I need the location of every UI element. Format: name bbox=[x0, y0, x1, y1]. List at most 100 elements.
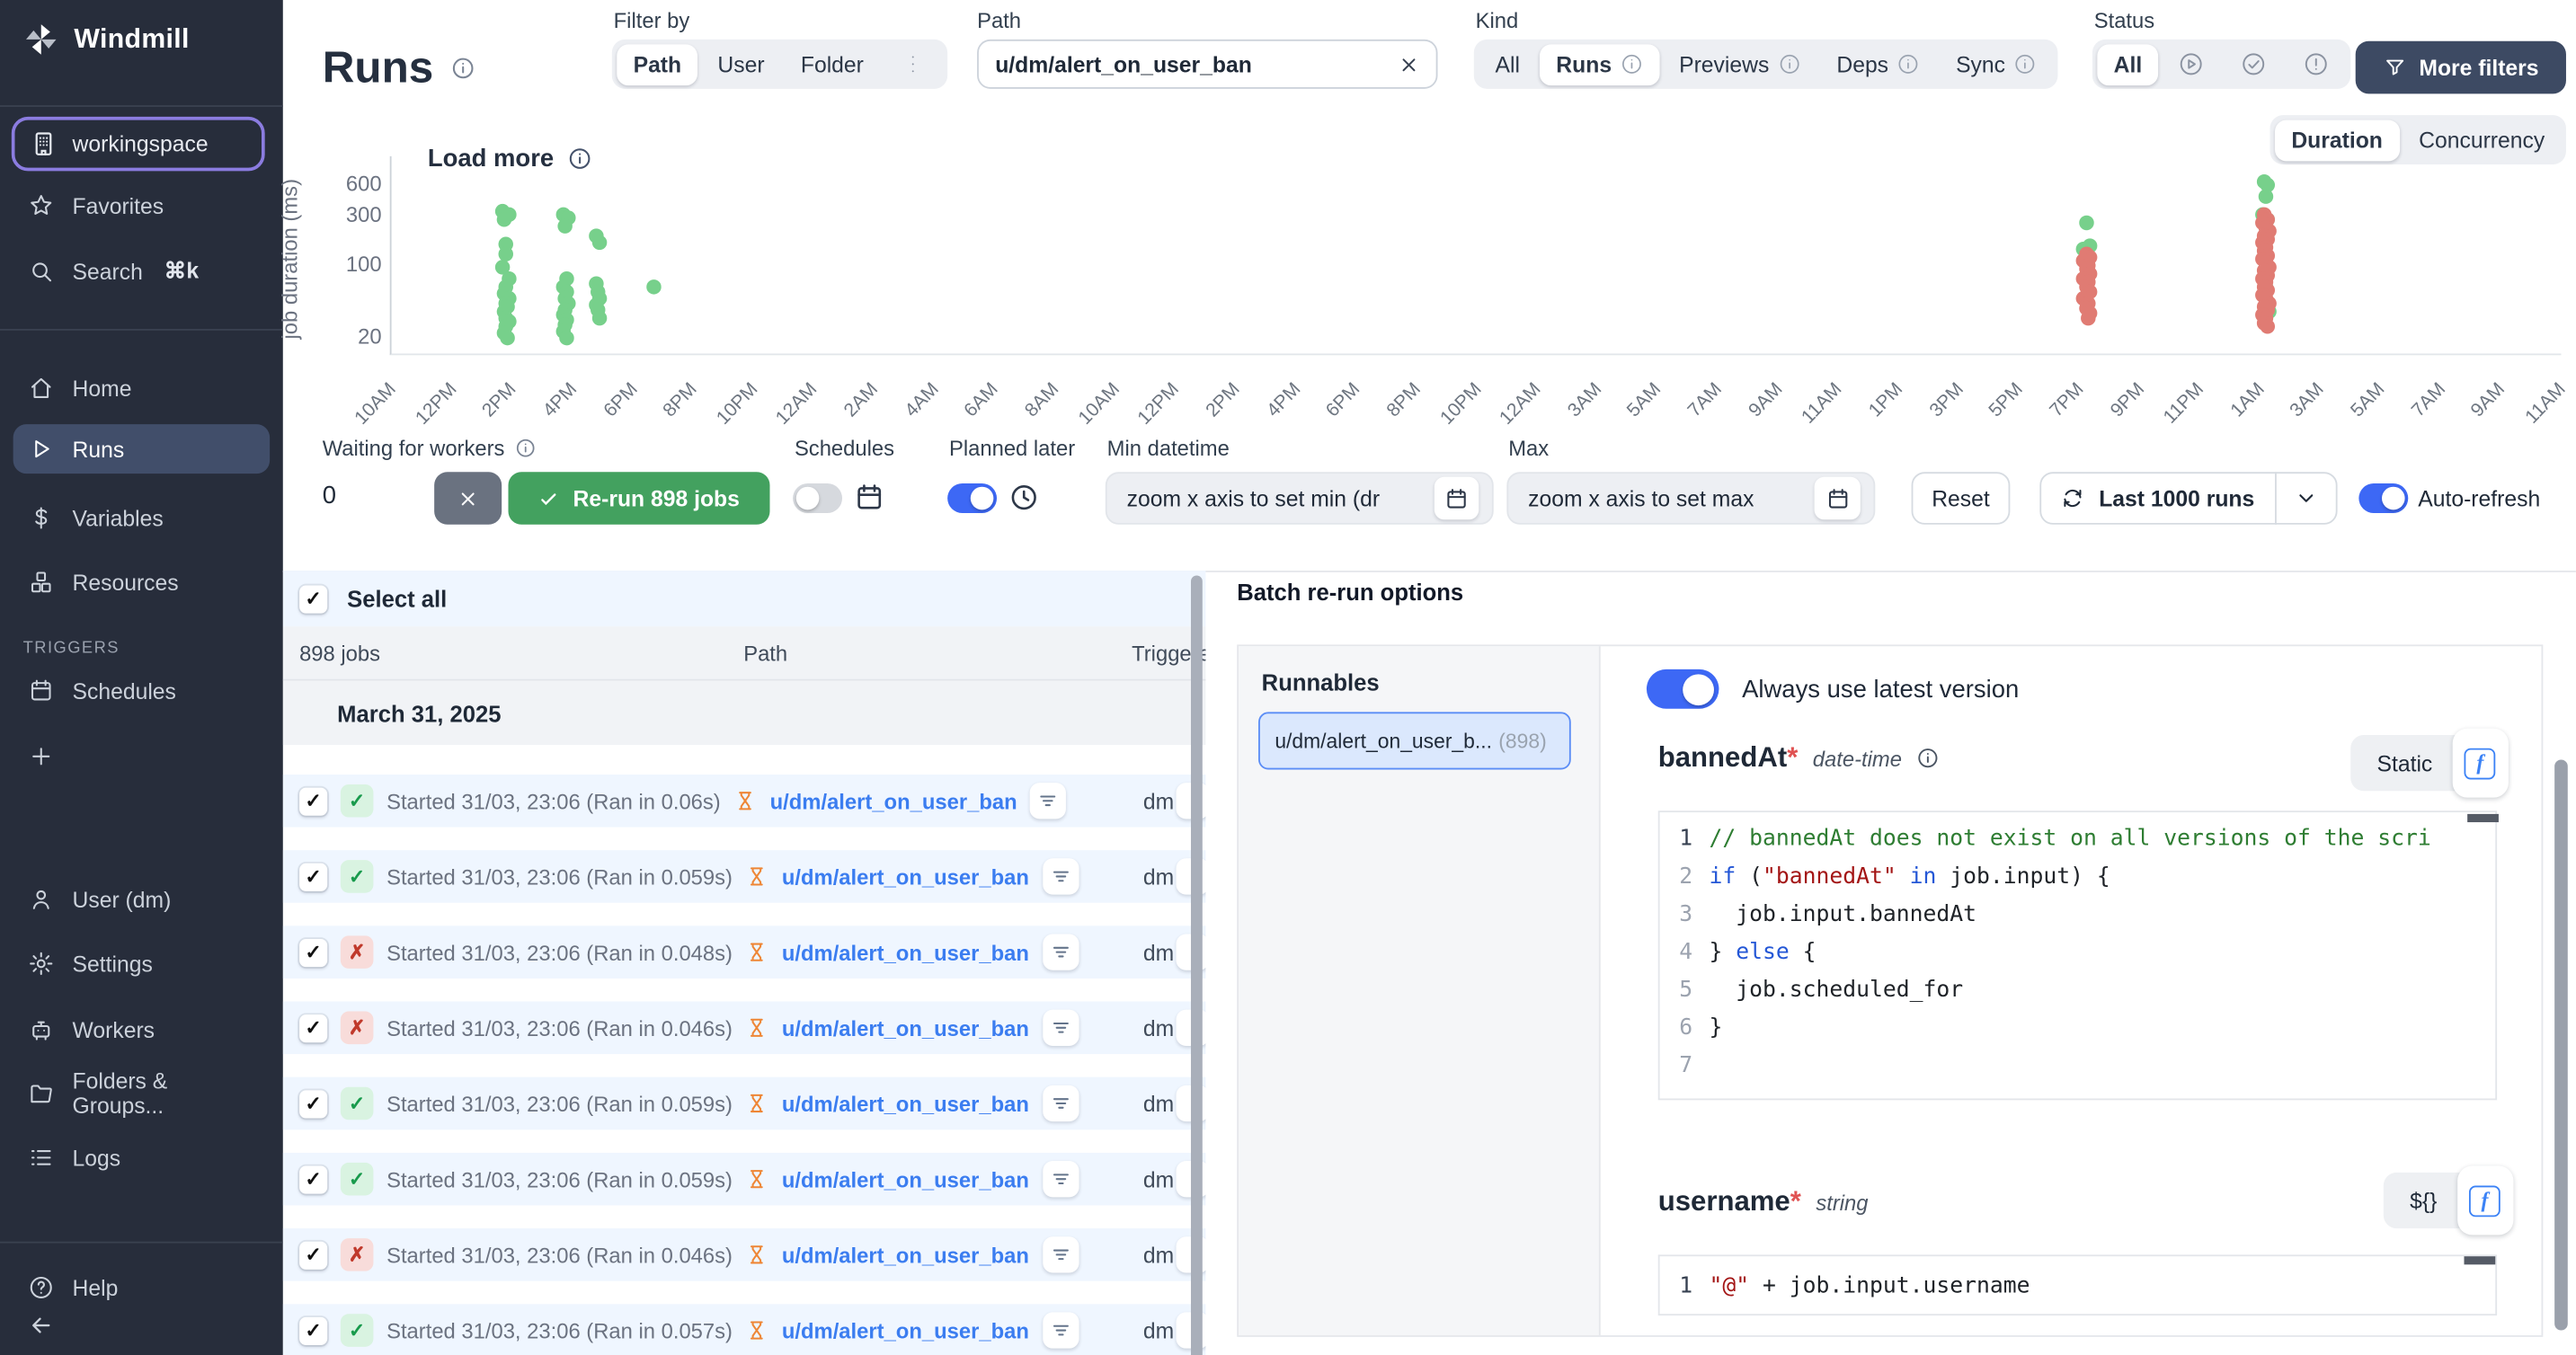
row-path-link[interactable]: u/dm/alert_on_user_ban bbox=[782, 940, 1029, 964]
status-check-circle-icon[interactable] bbox=[2225, 43, 2284, 84]
scatter-point-success[interactable] bbox=[2079, 216, 2093, 230]
max-datetime-input[interactable]: zoom x axis to set max bbox=[1506, 472, 1875, 525]
table-row[interactable]: ✓✗Started 31/03, 23:06 (Ran in 0.046s)u/… bbox=[283, 1228, 1206, 1281]
scatter-point-success[interactable] bbox=[2259, 189, 2273, 203]
table-row[interactable]: ✓✓Started 31/03, 23:06 (Ran in 0.059s)u/… bbox=[283, 1077, 1206, 1130]
row-path-link[interactable]: u/dm/alert_on_user_ban bbox=[770, 789, 1017, 813]
chart-tab-concurrency[interactable]: Concurrency bbox=[2403, 120, 2562, 161]
editor-scroll-indicator[interactable] bbox=[2467, 814, 2499, 822]
sidebar-item-workers[interactable]: Workers bbox=[13, 1005, 270, 1054]
filter-by-kebab-icon[interactable] bbox=[884, 43, 943, 84]
planned-later-toggle[interactable] bbox=[947, 483, 997, 513]
row-path-link[interactable]: u/dm/alert_on_user_ban bbox=[782, 1243, 1029, 1267]
row-path-link[interactable]: u/dm/alert_on_user_ban bbox=[782, 1015, 1029, 1040]
calendar-icon[interactable] bbox=[1434, 477, 1479, 520]
scatter-point-failure[interactable] bbox=[2261, 320, 2275, 334]
scatter-point-success[interactable] bbox=[591, 235, 606, 249]
javascript-mode-button[interactable]: f bbox=[2452, 729, 2508, 798]
sidebar-item-schedules[interactable]: Schedules bbox=[13, 666, 270, 715]
sidebar-item-favorites[interactable]: Favorites bbox=[13, 181, 270, 230]
scatter-point-success[interactable] bbox=[591, 310, 606, 324]
row-path-link[interactable]: u/dm/alert_on_user_ban bbox=[782, 1166, 1029, 1191]
row-path-link[interactable]: u/dm/alert_on_user_ban bbox=[782, 864, 1029, 889]
runs-range-dropdown[interactable]: Last 1000 runs bbox=[2039, 472, 2337, 525]
javascript-mode-button[interactable]: f bbox=[2456, 1166, 2512, 1235]
clear-selection-button[interactable] bbox=[434, 472, 502, 525]
workspace-switcher[interactable]: workingspace bbox=[12, 117, 265, 171]
clear-path-icon[interactable] bbox=[1399, 53, 1420, 75]
bannedat-code-editor[interactable]: 1// bannedAt does not exist on all versi… bbox=[1658, 810, 2497, 1100]
range-chevron-button[interactable] bbox=[2275, 472, 2336, 525]
scatter-point-success[interactable] bbox=[557, 217, 572, 232]
template-mode-button[interactable]: ${} bbox=[2390, 1188, 2456, 1212]
calendar-icon[interactable] bbox=[1815, 477, 1861, 520]
filter-by-path[interactable]: Path bbox=[617, 43, 697, 84]
panel-scrollbar[interactable] bbox=[2554, 760, 2568, 1331]
table-scrollbar[interactable] bbox=[1191, 576, 1203, 1355]
path-filter-input[interactable]: u/dm/alert_on_user_ban bbox=[977, 40, 1437, 89]
row-checkbox[interactable]: ✓ bbox=[299, 938, 327, 966]
sidebar-item-variables[interactable]: Variables bbox=[13, 493, 270, 543]
table-row[interactable]: ✓✓Started 31/03, 23:06 (Ran in 0.06s)u/d… bbox=[283, 775, 1206, 828]
table-row[interactable]: ✓✗Started 31/03, 23:06 (Ran in 0.048s)u/… bbox=[283, 925, 1206, 979]
row-path-link[interactable]: u/dm/alert_on_user_ban bbox=[782, 1318, 1029, 1342]
calendar-icon[interactable] bbox=[854, 482, 885, 513]
select-all-checkbox[interactable]: ✓ bbox=[299, 585, 327, 613]
row-checkbox[interactable]: ✓ bbox=[299, 1165, 327, 1193]
row-checkbox[interactable]: ✓ bbox=[299, 1089, 327, 1117]
row-checkbox[interactable]: ✓ bbox=[299, 863, 327, 890]
min-datetime-input[interactable]: zoom x axis to set min (dr bbox=[1106, 472, 1494, 525]
kind-previews[interactable]: Previews bbox=[1663, 43, 1817, 84]
row-checkbox[interactable]: ✓ bbox=[299, 1014, 327, 1041]
schedules-toggle[interactable] bbox=[793, 483, 842, 513]
collapse-sidebar-button[interactable] bbox=[13, 1306, 270, 1345]
table-row[interactable]: ✓✓Started 31/03, 23:06 (Ran in 0.059s)u/… bbox=[283, 850, 1206, 903]
always-latest-toggle[interactable] bbox=[1647, 669, 1719, 709]
kind-all[interactable]: All bbox=[1479, 43, 1536, 84]
sidebar-item-home[interactable]: Home bbox=[13, 363, 270, 412]
row-filter-button[interactable] bbox=[1043, 1010, 1079, 1046]
row-path-link[interactable]: u/dm/alert_on_user_ban bbox=[782, 1091, 1029, 1115]
scatter-point-success[interactable] bbox=[500, 330, 514, 344]
sidebar-item-search[interactable]: Search⌘k bbox=[13, 247, 270, 297]
status-all[interactable]: All bbox=[2097, 43, 2158, 84]
auto-refresh-toggle[interactable] bbox=[2358, 483, 2408, 513]
scatter-point-success[interactable] bbox=[559, 330, 573, 344]
row-filter-button[interactable] bbox=[1043, 934, 1079, 970]
username-code-editor[interactable]: 1"@" + job.input.username bbox=[1658, 1254, 2497, 1315]
scatter-point-failure[interactable] bbox=[2081, 312, 2095, 326]
kind-runs[interactable]: Runs bbox=[1540, 43, 1659, 84]
filter-by-user[interactable]: User bbox=[701, 43, 781, 84]
sidebar-item-logs[interactable]: Logs bbox=[13, 1133, 270, 1182]
table-row[interactable]: ✓✓Started 31/03, 23:06 (Ran in 0.059s)u/… bbox=[283, 1153, 1206, 1206]
status-play-circle-icon[interactable] bbox=[2162, 43, 2221, 84]
row-filter-button[interactable] bbox=[1043, 858, 1079, 894]
static-mode-button[interactable]: Static bbox=[2358, 750, 2453, 775]
row-filter-button[interactable] bbox=[1043, 1161, 1079, 1197]
row-filter-button[interactable] bbox=[1043, 1312, 1079, 1348]
duration-scatter-plot[interactable] bbox=[390, 156, 2562, 355]
row-checkbox[interactable]: ✓ bbox=[299, 1316, 327, 1344]
scatter-point-success[interactable] bbox=[646, 280, 661, 295]
more-filters-button[interactable]: More filters bbox=[2356, 41, 2566, 94]
scatter-point-success[interactable] bbox=[497, 213, 511, 227]
editor-scroll-indicator[interactable] bbox=[2464, 1256, 2495, 1264]
row-checkbox[interactable]: ✓ bbox=[299, 787, 327, 815]
sidebar-item-folders-groups-[interactable]: Folders & Groups... bbox=[13, 1069, 270, 1119]
row-filter-button[interactable] bbox=[1043, 1085, 1079, 1121]
sidebar-item-settings[interactable]: Settings bbox=[13, 939, 270, 988]
sidebar-item-user-dm-[interactable]: User (dm) bbox=[13, 875, 270, 925]
runnable-item[interactable]: u/dm/alert_on_user_b... (898) bbox=[1258, 712, 1571, 769]
row-filter-button[interactable] bbox=[1043, 1236, 1079, 1272]
rerun-jobs-button[interactable]: Re-run 898 jobs bbox=[509, 472, 770, 525]
table-row[interactable]: ✓✗Started 31/03, 23:06 (Ran in 0.046s)u/… bbox=[283, 1002, 1206, 1055]
filter-by-folder[interactable]: Folder bbox=[785, 43, 881, 84]
sidebar-item-resources[interactable]: Resources bbox=[13, 557, 270, 607]
row-filter-button[interactable] bbox=[1030, 783, 1066, 819]
scatter-point-success[interactable] bbox=[498, 246, 512, 261]
sidebar-item-runs[interactable]: Runs bbox=[13, 424, 270, 474]
status-alert-circle-icon[interactable] bbox=[2287, 43, 2346, 84]
reset-button[interactable]: Reset bbox=[1912, 472, 2011, 525]
table-row[interactable]: ✓✓Started 31/03, 23:06 (Ran in 0.057s)u/… bbox=[283, 1304, 1206, 1355]
chart-tab-duration[interactable]: Duration bbox=[2275, 120, 2399, 161]
